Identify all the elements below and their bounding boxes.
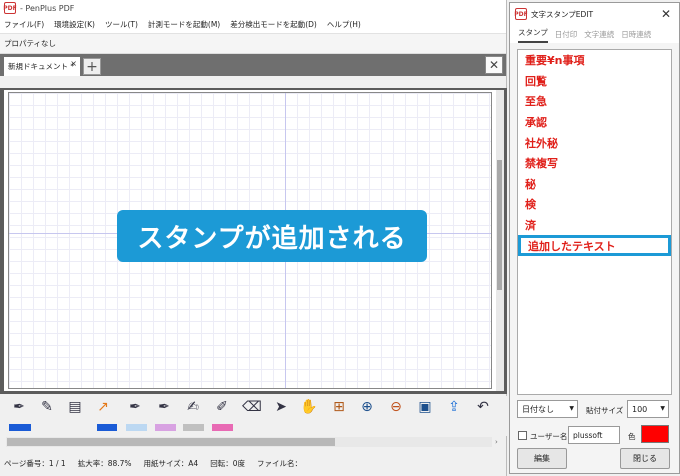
pen-icon[interactable]: ✒	[10, 398, 28, 416]
stamp-item-urgent[interactable]: 至急	[518, 91, 671, 112]
tab-datetime-sequence[interactable]: 日時連続	[621, 29, 651, 43]
gray-color-swatch[interactable]	[183, 424, 204, 431]
window-title: - PenPlus PDF	[20, 3, 75, 13]
size-select-value: 100	[632, 404, 648, 414]
stamp-item-circulate[interactable]: 回覧	[518, 71, 671, 92]
property-bar: プロパティなし	[0, 34, 506, 54]
chevron-down-icon: ▼	[660, 405, 665, 412]
status-rotation: 回転：0度	[210, 458, 245, 468]
vertical-scrollbar[interactable]	[496, 90, 504, 391]
tab-new-document[interactable]: 新規ドキュメント * ×	[4, 57, 80, 76]
dialog-title: 文字スタンプEDIT	[531, 9, 594, 19]
username-label: ユーザー名	[530, 432, 568, 441]
page-icon[interactable]: ▤	[66, 398, 84, 416]
horizontal-scroll-thumb[interactable]	[7, 438, 335, 446]
stamp-icon[interactable]: ✐	[213, 398, 231, 416]
edit-button[interactable]: 編集	[517, 448, 567, 469]
tab-text-sequence[interactable]: 文字連続	[584, 29, 614, 43]
pointer-icon[interactable]: ➤	[272, 398, 290, 416]
fill-color-swatch[interactable]	[126, 424, 147, 431]
status-filename: ファイル名：	[257, 458, 302, 468]
stamp-item-inspected[interactable]: 検	[518, 194, 671, 215]
zoom-in-icon[interactable]: ⊕	[358, 398, 376, 416]
pen-color-swatch[interactable]	[9, 424, 31, 431]
status-zoom: 拡大率：88.7%	[77, 458, 132, 468]
status-paper: 用紙サイズ：A4	[143, 458, 199, 468]
stamp-list[interactable]: 重要¥n事項 回覧 至急 承認 社外秘 禁複写 秘 検 済 追加したテキスト	[517, 49, 672, 395]
main-window: PDF - PenPlus PDF ファイル(F) 環境設定(K) ツール(T)…	[0, 0, 507, 476]
resize-icon[interactable]: ↗	[94, 398, 112, 416]
chevron-down-icon: ▼	[569, 405, 574, 412]
close-document-button[interactable]: ✕	[485, 56, 503, 74]
dialog-close-icon[interactable]: ✕	[661, 7, 671, 21]
menu-help[interactable]: ヘルプ(H)	[327, 19, 361, 30]
tab-date-stamp[interactable]: 日付印	[555, 29, 578, 43]
date-select-value: 日付なし	[522, 404, 554, 414]
size-select[interactable]: 100 ▼	[627, 400, 669, 418]
date-select[interactable]: 日付なし ▼	[517, 400, 578, 418]
hand-icon[interactable]: ✋	[300, 398, 318, 416]
menu-bar: ファイル(F) 環境設定(K) ツール(T) 計測モードを起動(M) 差分検出モ…	[0, 16, 506, 34]
stamp-item-important[interactable]: 重要¥n事項	[518, 50, 671, 71]
note-icon[interactable]: ✎	[38, 398, 56, 416]
document-tab-bar: 新規ドキュメント * × + ✕	[0, 54, 506, 76]
tab-label: 新規ドキュメント *	[8, 62, 75, 71]
page-fit-icon[interactable]: ▣	[416, 398, 434, 416]
tool-palette: ✒ ✎ ▤ ↗ ✒ ✒ ✍ ✐ ⌫ ➤ ✋ ⊞ ⊕ ⊖ ▣ ⇪ ↶	[0, 396, 507, 436]
scroll-right-icon[interactable]: ›	[495, 438, 498, 446]
title-bar: PDF - PenPlus PDF	[0, 0, 506, 16]
pen-add-icon[interactable]: ✒	[126, 398, 144, 416]
menu-settings[interactable]: 環境設定(K)	[54, 19, 95, 30]
stamp-item-confidential[interactable]: 社外秘	[518, 132, 671, 153]
menu-tools[interactable]: ツール(T)	[105, 19, 138, 30]
dialog-tabs: スタンプ 日付印 文字連続 日時連続	[510, 25, 679, 43]
menu-measure-mode[interactable]: 計測モードを起動(M)	[148, 19, 220, 30]
export-icon[interactable]: ⇪	[445, 398, 463, 416]
property-label: プロパティなし	[4, 39, 57, 48]
stamp-item-added-text[interactable]: 追加したテキスト	[518, 235, 671, 256]
stamp-color-box[interactable]	[641, 425, 669, 443]
select-icon[interactable]: ⊞	[330, 398, 348, 416]
pink-color-swatch[interactable]	[212, 424, 233, 431]
status-page: ページ番号：1 / 1	[4, 458, 66, 468]
status-bar: ページ番号：1 / 1 拡大率：88.7% 用紙サイズ：A4 回転：0度 ファイ…	[0, 450, 507, 476]
tab-close-icon[interactable]: ×	[70, 59, 77, 68]
menu-file[interactable]: ファイル(F)	[4, 19, 44, 30]
dialog-title-bar: PDF 文字スタンプEDIT	[510, 3, 679, 25]
username-checkbox[interactable]	[518, 431, 527, 440]
menu-diff-mode[interactable]: 差分検出モードを起動(D)	[230, 19, 317, 30]
username-input[interactable]: plussoft	[568, 426, 620, 444]
line-color-swatch[interactable]	[97, 424, 117, 431]
horizontal-scrollbar[interactable]	[6, 437, 492, 447]
marker-color-swatch[interactable]	[155, 424, 176, 431]
stamp-item-approved[interactable]: 承認	[518, 112, 671, 133]
tab-stamp[interactable]: スタンプ	[518, 27, 548, 43]
stamp-item-no-copy[interactable]: 禁複写	[518, 153, 671, 174]
brush-icon[interactable]: ✍	[184, 398, 202, 416]
stamp-item-secret[interactable]: 秘	[518, 174, 671, 195]
dialog-app-icon: PDF	[514, 8, 528, 20]
stamp-item-done[interactable]: 済	[518, 215, 671, 236]
text-stamp-edit-dialog: PDF 文字スタンプEDIT ✕ スタンプ 日付印 文字連続 日時連続 重要¥n…	[509, 2, 680, 474]
add-tab-button[interactable]: +	[83, 58, 101, 75]
pen-edit-icon[interactable]: ✒	[155, 398, 173, 416]
close-button[interactable]: 閉じる	[620, 448, 670, 469]
size-label: 貼付サイズ	[586, 406, 624, 415]
color-label: 色	[628, 432, 636, 441]
app-logo-icon: PDF	[3, 2, 17, 14]
zoom-out-icon[interactable]: ⊖	[387, 398, 405, 416]
vertical-scroll-thumb[interactable]	[497, 160, 502, 290]
eraser-icon[interactable]: ⌫	[242, 398, 262, 416]
undo-icon[interactable]: ↶	[474, 398, 492, 416]
stamp-added-banner: スタンプが追加される	[117, 210, 427, 262]
